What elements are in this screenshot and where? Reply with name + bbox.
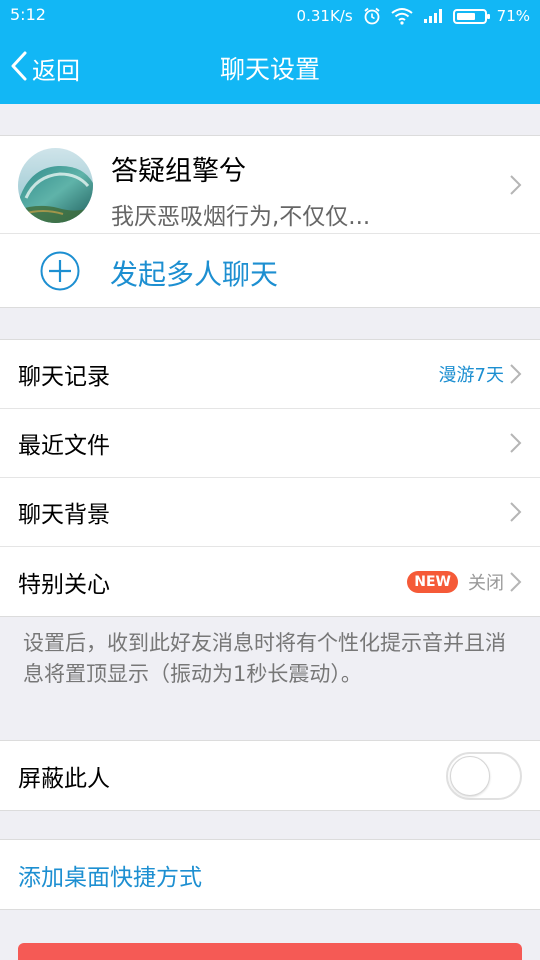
profile-section: 答疑组擎兮 我厌恶吸烟行为,不仅仅... 发起多人聊天 [0,135,540,308]
toggle-knob [450,755,490,796]
special-care-value: 关闭 [468,572,504,594]
block-user-row: 屏蔽此人 [0,741,540,810]
network-speed: 0.31K/s [296,7,353,25]
signal-icon [423,8,443,24]
chat-history-label: 聊天记录 [18,364,110,390]
status-indicators: 0.31K/s 71% [297,5,530,27]
battery-fill [456,12,475,20]
start-group-chat-label: 发起多人聊天 [110,258,279,291]
status-bar: 5:12 0.31K/s 71% [0,0,540,32]
avatar [18,148,93,223]
settings-section: 聊天记录 漫游7天 最近文件 聊天背景 特别关心 NEW 关闭 [0,339,540,617]
chevron-right-icon [509,571,522,597]
chat-settings-screen: 5:12 0.31K/s 71% 返回 聊天设置 答疑组擎兮 我厌恶吸烟行为,不… [0,0,540,960]
delete-friend-button[interactable] [18,943,522,960]
friend-profile-row[interactable]: 答疑组擎兮 我厌恶吸烟行为,不仅仅... [0,136,540,234]
new-badge: NEW [407,570,458,593]
chat-history-value: 漫游7天 [438,365,504,386]
status-time: 5:12 [10,5,46,24]
recent-files-row[interactable]: 最近文件 [0,409,540,478]
block-section: 屏蔽此人 [0,740,540,811]
nav-bar: 返回 聊天设置 [0,32,540,104]
chat-background-row[interactable]: 聊天背景 [0,478,540,547]
battery-percent: 71% [496,7,530,25]
plus-circle-icon [40,251,80,295]
shortcut-section: 添加桌面快捷方式 [0,839,540,910]
chevron-right-icon [509,174,522,200]
add-shortcut-row[interactable]: 添加桌面快捷方式 [0,840,540,909]
special-care-row[interactable]: 特别关心 NEW 关闭 [0,547,540,616]
special-care-label: 特别关心 [18,571,110,598]
alarm-icon [363,7,381,25]
battery-icon [452,8,490,24]
friend-signature: 我厌恶吸烟行为,不仅仅... [111,204,371,230]
start-group-chat-button[interactable]: 发起多人聊天 [0,234,540,307]
recent-files-label: 最近文件 [18,433,110,459]
add-shortcut-label: 添加桌面快捷方式 [18,864,202,891]
friend-name: 答疑组擎兮 [111,156,246,187]
block-user-label: 屏蔽此人 [18,765,110,792]
chat-background-label: 聊天背景 [18,502,110,528]
wifi-icon [391,7,413,25]
chevron-right-icon [509,501,522,527]
chevron-right-icon [509,363,522,389]
page-title: 聊天设置 [219,55,320,84]
header: 5:12 0.31K/s 71% 返回 聊天设置 [0,0,540,104]
chevron-right-icon [509,432,522,458]
chat-history-row[interactable]: 聊天记录 漫游7天 [0,340,540,409]
block-user-toggle[interactable] [446,751,522,800]
special-care-note: 设置后，收到此好友消息时将有个性化提示音并且消息将置顶显示（振动为1秒长震动）。 [23,631,506,686]
